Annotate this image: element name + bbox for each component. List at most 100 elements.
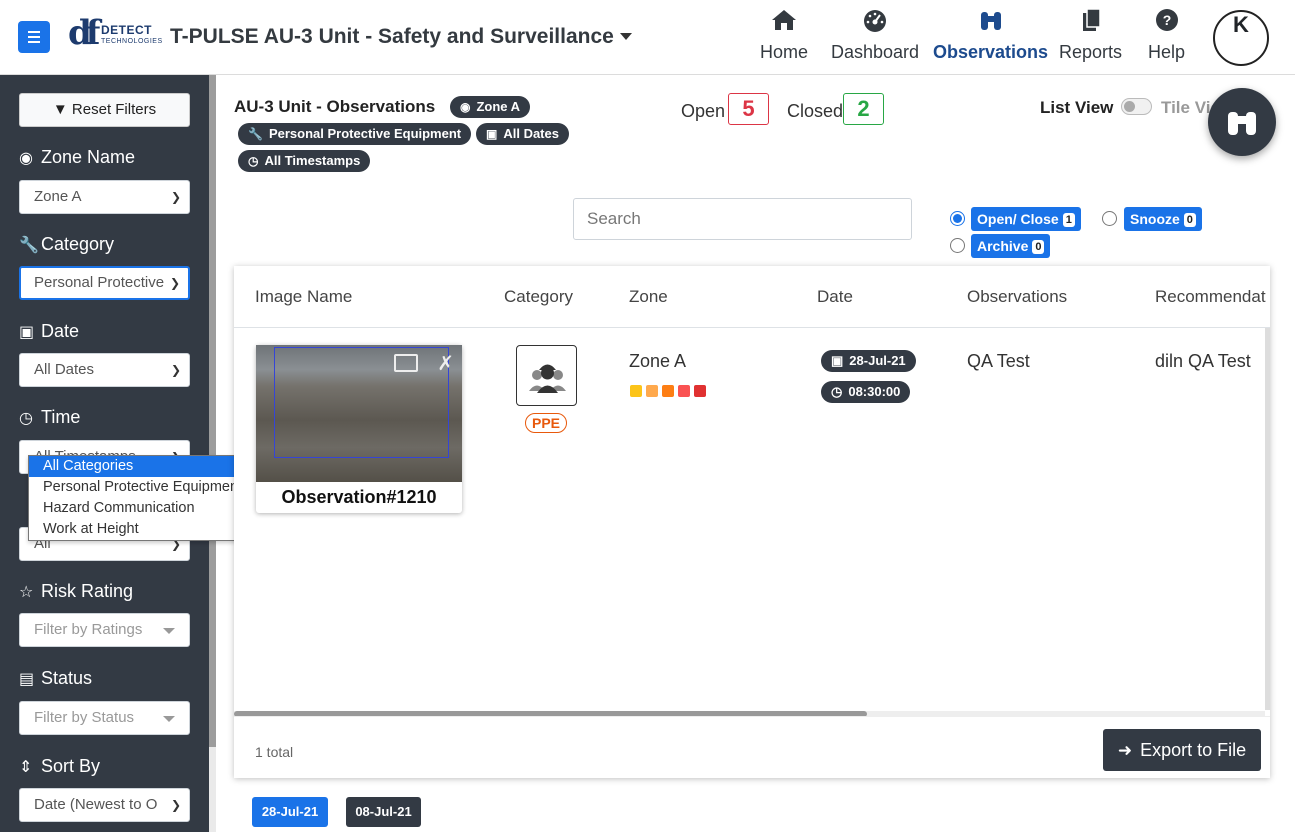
- open-count-badge[interactable]: 5: [728, 93, 769, 125]
- observations-table-card: Image Name Category Zone Date Observatio…: [234, 266, 1270, 778]
- snooze-count: 0: [1183, 213, 1196, 227]
- search-input[interactable]: [573, 198, 912, 240]
- observation-image[interactable]: ✗: [256, 345, 462, 482]
- date-filter-chip-active[interactable]: 28-Jul-21: [252, 797, 328, 827]
- timestamps-chip[interactable]: ◷ All Timestamps: [238, 150, 371, 172]
- date-select[interactable]: All Dates ❯: [19, 353, 190, 387]
- recommendation-cell: diln QA Test: [1155, 351, 1251, 371]
- table-header: Image Name Category Zone Date Observatio…: [234, 266, 1270, 328]
- status-text: Status: [41, 668, 93, 688]
- closed-count-badge[interactable]: 2: [843, 93, 884, 125]
- workers-icon: [529, 364, 566, 393]
- category-option[interactable]: Hazard Communication: [29, 498, 247, 519]
- sort-by-text: Sort By: [41, 756, 101, 776]
- view-toggle[interactable]: [1121, 98, 1152, 115]
- nav-home[interactable]: Home: [760, 8, 808, 63]
- date-label: ▣ Date: [19, 321, 79, 342]
- image-icon[interactable]: [394, 354, 418, 372]
- time-chip: ◷ 08:30:00: [821, 381, 911, 403]
- logo-mark: df: [68, 13, 101, 53]
- nav-help[interactable]: ? Help: [1148, 8, 1185, 63]
- timestamps-chip-label: All Timestamps: [264, 153, 361, 168]
- category-option[interactable]: Personal Protective Equipment: [29, 477, 247, 498]
- dates-chip-label: All Dates: [503, 126, 559, 141]
- nav-dashboard[interactable]: Dashboard: [831, 8, 919, 63]
- open-close-radio[interactable]: [950, 211, 965, 226]
- table-vertical-scrollbar[interactable]: [1265, 328, 1270, 710]
- sort-icon: ⇕: [19, 759, 33, 776]
- menu-bar: [28, 41, 40, 43]
- snooze-filter-badge[interactable]: Snooze 0: [1124, 207, 1202, 231]
- logo-subtitle: TECHNOLOGIES: [101, 38, 163, 45]
- archive-filter-badge[interactable]: Archive 0: [971, 234, 1051, 258]
- observation-thumbnail-card[interactable]: ✗ Observation#1210: [256, 345, 462, 513]
- top-header: df DETECT TECHNOLOGIES T-PULSE AU-3 Unit…: [0, 0, 1295, 75]
- zone-name-text: Zone Name: [41, 147, 136, 167]
- sort-by-value: Date (Newest to O: [34, 796, 158, 813]
- menu-bar: [28, 31, 40, 33]
- risk-level-square: [662, 385, 674, 397]
- observations-fab-button[interactable]: [1208, 88, 1276, 156]
- zone-name-label: ◉ Zone Name: [19, 147, 135, 168]
- column-header-zone[interactable]: Zone: [629, 287, 668, 307]
- risk-level-square: [646, 385, 658, 397]
- date-filter-chip[interactable]: 08-Jul-21: [346, 797, 421, 827]
- clock-icon: ◷: [831, 384, 843, 399]
- category-label: 🔧 Category: [19, 234, 114, 255]
- status-select[interactable]: Filter by Status: [19, 701, 190, 735]
- zone-select[interactable]: Zone A ❯: [19, 180, 190, 214]
- observation-title[interactable]: Observation#1210: [256, 487, 462, 508]
- clipboard-icon: ▤: [19, 671, 35, 688]
- time-value: 08:30:00: [848, 384, 901, 399]
- edit-tools-icon[interactable]: ✗: [437, 351, 454, 376]
- nav-home-label: Home: [760, 42, 809, 62]
- user-avatar[interactable]: K: [1213, 10, 1269, 66]
- time-label: ◷ Time: [19, 407, 80, 428]
- detect-logo[interactable]: df DETECT TECHNOLOGIES: [68, 11, 163, 63]
- binoculars-icon: [933, 8, 1048, 36]
- closed-label: Closed: [787, 101, 844, 121]
- archive-label: Archive: [977, 238, 1029, 254]
- export-to-file-button[interactable]: ➜ Export to File: [1103, 729, 1261, 771]
- zone-cell: Zone A: [629, 351, 687, 371]
- binoculars-icon: ◉: [19, 150, 33, 167]
- sidebar-scrollbar[interactable]: [209, 75, 216, 747]
- category-option[interactable]: Work at Height: [29, 519, 247, 540]
- open-close-filter-badge[interactable]: Open/ Close 1: [971, 207, 1081, 231]
- reset-filters-button[interactable]: ▼ Reset Filters: [19, 93, 190, 127]
- column-header-image-name[interactable]: Image Name: [255, 287, 352, 307]
- category-chip[interactable]: 🔧 Personal Protective Equipment: [238, 123, 472, 145]
- ppe-badge: PPE: [525, 413, 567, 433]
- archive-radio[interactable]: [950, 238, 965, 253]
- nav-reports[interactable]: Reports: [1059, 8, 1122, 63]
- dates-chip[interactable]: ▣ All Dates: [476, 123, 569, 145]
- column-header-category[interactable]: Category: [504, 287, 573, 307]
- table-footer: 1 total ➜ Export to File: [234, 716, 1270, 778]
- snooze-radio[interactable]: [1102, 211, 1117, 226]
- zone-chip-label: Zone A: [476, 99, 521, 114]
- date-select-value: All Dates: [34, 361, 95, 378]
- caret-down-icon[interactable]: [620, 33, 632, 40]
- nav-reports-label: Reports: [1059, 42, 1123, 62]
- open-label: Open: [681, 101, 726, 121]
- wrench-icon: 🔧: [248, 127, 263, 141]
- zone-chip[interactable]: ◉ Zone A: [450, 96, 531, 118]
- risk-rating-label: ☆ Risk Rating: [19, 581, 133, 602]
- sidebar-scrollbar-track[interactable]: [209, 747, 216, 832]
- reports-icon: [1059, 8, 1122, 36]
- nav-dashboard-label: Dashboard: [831, 42, 920, 62]
- risk-rating-select[interactable]: Filter by Ratings: [19, 613, 190, 647]
- sort-by-select[interactable]: Date (Newest to O ❯: [19, 788, 190, 822]
- column-header-date[interactable]: Date: [817, 287, 853, 307]
- menu-bar: [28, 36, 40, 38]
- hamburger-menu-button[interactable]: [18, 21, 50, 53]
- app-title[interactable]: T-PULSE AU-3 Unit - Safety and Surveilla…: [170, 25, 614, 49]
- category-option[interactable]: All Categories: [29, 456, 247, 477]
- star-icon: ☆: [19, 584, 34, 601]
- list-view-label: List View: [1040, 98, 1114, 117]
- column-header-observations[interactable]: Observations: [967, 287, 1067, 307]
- column-header-recommendation[interactable]: Recommendat: [1155, 287, 1266, 307]
- nav-help-label: Help: [1148, 42, 1186, 62]
- nav-observations[interactable]: Observations: [933, 8, 1048, 63]
- category-select[interactable]: Personal Protective ❯: [19, 266, 190, 300]
